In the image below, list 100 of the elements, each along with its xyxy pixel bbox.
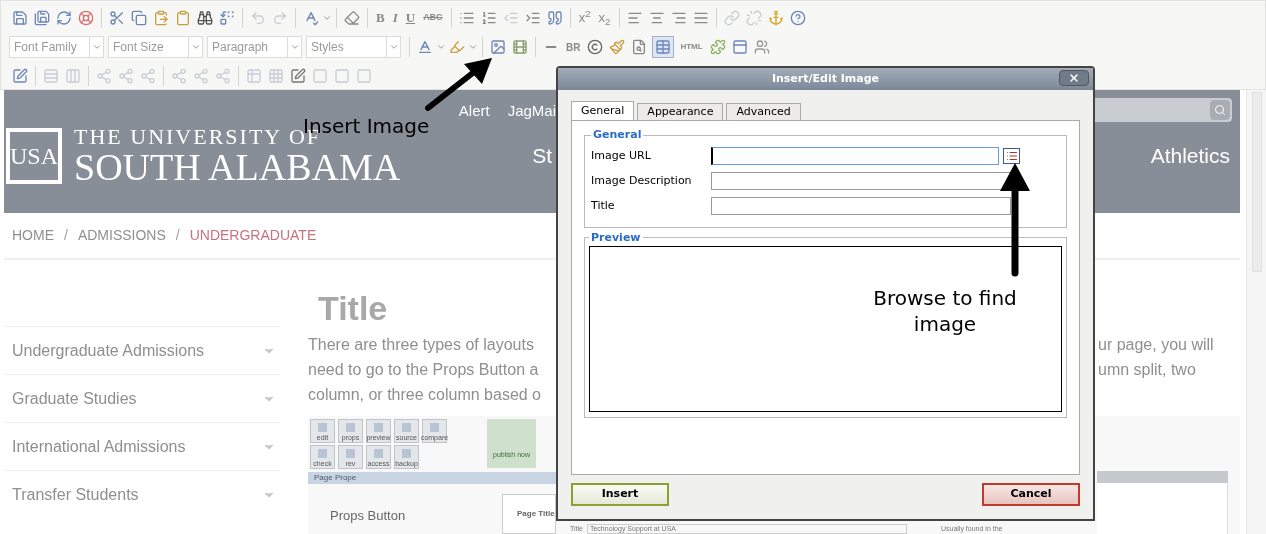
- lifebuoy-icon[interactable]: [78, 10, 94, 26]
- binoculars-icon[interactable]: [197, 10, 213, 26]
- dialog-button[interactable]: Cancel: [982, 483, 1080, 506]
- spellcheck-icon[interactable]: [303, 10, 319, 26]
- cell-icon[interactable]: [312, 68, 328, 84]
- close-button[interactable]: [1059, 70, 1089, 86]
- justify-icon[interactable]: [692, 10, 709, 26]
- outdent-icon[interactable]: [502, 10, 519, 26]
- dialog-tab[interactable]: Appearance: [637, 103, 724, 120]
- dialog-title: Insert/Edit Image: [771, 70, 880, 87]
- sidebar-item[interactable]: Undergraduate Admissions: [4, 326, 280, 374]
- callout-label: Props Button: [330, 507, 406, 525]
- numbered-list-icon[interactable]: [480, 10, 497, 26]
- breadcrumb-separator: /: [64, 226, 68, 246]
- undo-icon[interactable]: [250, 10, 266, 26]
- dialog-tab[interactable]: Advanced: [726, 103, 801, 120]
- table-grid-button[interactable]: [652, 36, 675, 58]
- scissors-icon[interactable]: [109, 10, 125, 26]
- breadcrumb-link[interactable]: UNDERGRADUATE: [189, 225, 317, 247]
- input-field[interactable]: [711, 172, 1011, 190]
- top-link[interactable]: JagMai: [507, 99, 556, 122]
- table-edit-icon[interactable]: [290, 68, 306, 84]
- body-text: ur page, you will: [1098, 335, 1215, 355]
- refresh-icon[interactable]: [56, 10, 72, 26]
- field-label: Image Description: [591, 172, 693, 189]
- field-label: Image URL: [591, 147, 652, 164]
- html-button[interactable]: HTML: [680, 41, 703, 53]
- sidebar-item[interactable]: International Admissions: [4, 422, 280, 470]
- search-icon[interactable]: [1214, 104, 1226, 116]
- university-name: SOUTH ALABAMA: [74, 148, 401, 186]
- caret-icon[interactable]: [468, 42, 478, 52]
- scrollbar[interactable]: [1246, 90, 1266, 534]
- edit-icon[interactable]: [12, 68, 28, 84]
- dialog-tab[interactable]: General: [571, 101, 635, 120]
- indent-icon[interactable]: [524, 10, 541, 26]
- paintbrush-icon[interactable]: [609, 39, 626, 55]
- body-text: There are three types of layouts: [308, 335, 535, 355]
- cell-icon[interactable]: [356, 68, 372, 84]
- line-break-button[interactable]: BR: [566, 39, 581, 55]
- copyright-icon[interactable]: [587, 39, 604, 55]
- caret-icon[interactable]: [322, 13, 332, 23]
- format-button[interactable]: I: [392, 8, 398, 28]
- logo-mark: USA: [6, 128, 62, 184]
- nav-item[interactable]: St: [532, 140, 556, 172]
- caret-icon[interactable]: [436, 42, 446, 52]
- dialog-button[interactable]: Insert: [571, 483, 669, 506]
- save-all-icon[interactable]: [34, 10, 50, 26]
- group-legend: Preview: [589, 229, 643, 246]
- font-size-select[interactable]: Font Size: [108, 36, 203, 58]
- format-button[interactable]: B: [376, 8, 385, 28]
- puzzle-icon[interactable]: [709, 39, 726, 55]
- columns-icon[interactable]: [65, 68, 81, 84]
- format-select[interactable]: Paragraph: [207, 36, 302, 58]
- copy-icon[interactable]: [131, 10, 147, 26]
- input-field[interactable]: [711, 197, 1011, 215]
- quote-icon[interactable]: [546, 10, 563, 26]
- preview-icon[interactable]: [631, 39, 648, 55]
- font-family-select[interactable]: Font Family: [9, 36, 104, 58]
- sidebar-item[interactable]: Transfer Students: [4, 470, 280, 518]
- rows-icon[interactable]: [43, 68, 59, 84]
- script-button[interactable]: x$^{2}$: [578, 8, 591, 28]
- link-icon[interactable]: [723, 10, 740, 26]
- save-icon[interactable]: [12, 10, 28, 26]
- redo-icon[interactable]: [272, 10, 288, 26]
- properties-bar: Page Prope: [308, 472, 556, 484]
- breadcrumb-link[interactable]: HOME: [12, 225, 54, 247]
- styles-select[interactable]: Styles: [306, 36, 401, 58]
- grid-icon[interactable]: [268, 68, 284, 84]
- cell-icon[interactable]: [334, 68, 350, 84]
- table-icon[interactable]: [246, 68, 262, 84]
- align-left-icon[interactable]: [626, 10, 643, 26]
- format-button[interactable]: ABC: [423, 11, 443, 25]
- browse-button[interactable]: [1003, 148, 1020, 164]
- eraser-icon[interactable]: [344, 10, 360, 26]
- help-icon[interactable]: [789, 10, 806, 26]
- image-icon[interactable]: [490, 39, 506, 55]
- template-icon[interactable]: [731, 39, 748, 55]
- align-center-icon[interactable]: [648, 10, 665, 26]
- page-title: Title: [317, 288, 388, 328]
- bullet-list-icon[interactable]: [458, 10, 475, 26]
- breadcrumb-link[interactable]: ADMISSIONS: [77, 225, 166, 247]
- nav-item[interactable]: Athletics: [1150, 140, 1230, 172]
- table-icon: [655, 39, 672, 55]
- highlighter-icon[interactable]: [449, 39, 465, 55]
- align-right-icon[interactable]: [670, 10, 687, 26]
- replace-icon[interactable]: [219, 10, 235, 26]
- input-field[interactable]: [711, 147, 999, 165]
- anchor-icon[interactable]: [767, 10, 784, 26]
- unlink-icon[interactable]: [745, 10, 762, 26]
- sidebar-item[interactable]: Graduate Studies: [4, 374, 280, 422]
- panel-title: Page Title: [517, 509, 555, 518]
- users-icon[interactable]: [753, 39, 770, 55]
- text-color-icon[interactable]: [417, 39, 433, 55]
- paste-icon[interactable]: [153, 10, 169, 26]
- annotation-label: Browse to find image: [872, 285, 1018, 337]
- top-link[interactable]: Alert: [458, 99, 490, 122]
- script-button[interactable]: x$_{2}$: [598, 8, 611, 28]
- film-icon[interactable]: [512, 39, 528, 55]
- format-button[interactable]: U: [405, 8, 416, 28]
- clipboard-icon[interactable]: [175, 10, 191, 26]
